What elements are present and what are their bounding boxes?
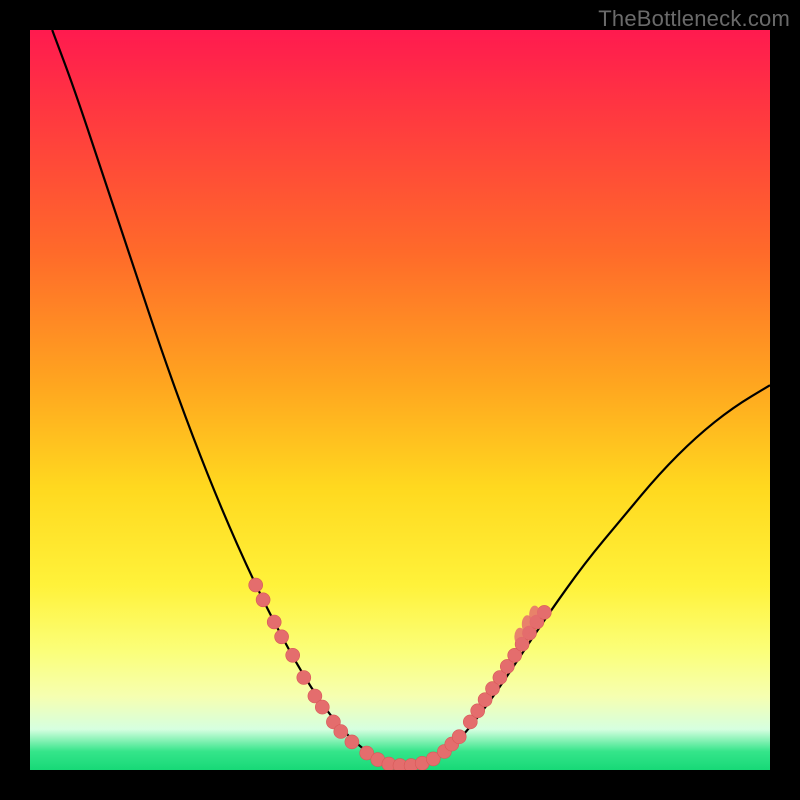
data-marker xyxy=(286,648,300,662)
data-marker xyxy=(267,615,281,629)
data-marker xyxy=(315,700,329,714)
data-marker-flame xyxy=(529,606,540,624)
watermark-text: TheBottleneck.com xyxy=(598,6,790,32)
gradient-background xyxy=(30,30,770,770)
data-marker xyxy=(334,725,348,739)
chart-frame xyxy=(30,30,770,770)
data-marker xyxy=(256,593,270,607)
data-marker-flame xyxy=(514,628,525,646)
data-marker xyxy=(452,730,466,744)
data-marker xyxy=(297,671,311,685)
bottleneck-chart xyxy=(30,30,770,770)
data-marker xyxy=(249,578,263,592)
data-marker xyxy=(275,630,289,644)
data-marker xyxy=(345,735,359,749)
